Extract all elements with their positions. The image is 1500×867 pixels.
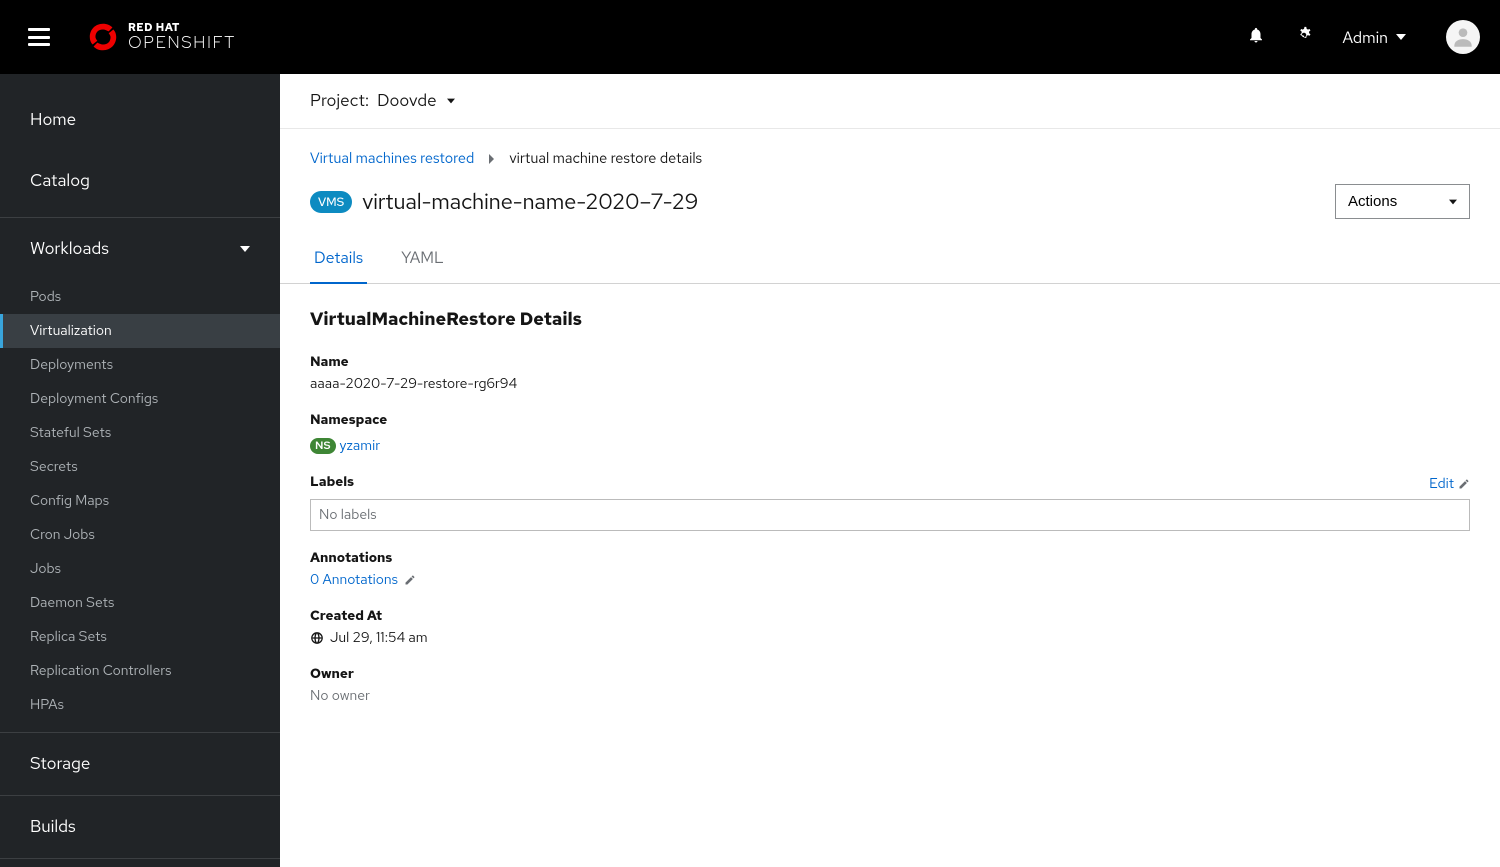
- sidebar-sub-workloads: Pods Virtualization Deployments Deployme…: [0, 280, 280, 732]
- sidebar-item-secrets[interactable]: Secrets: [0, 450, 280, 484]
- sidebar-item-home[interactable]: Home: [0, 94, 280, 146]
- sidebar-item-hpas[interactable]: HPAs: [0, 688, 280, 722]
- main-content: Project: Doovde Virtual machines restore…: [280, 74, 1500, 867]
- field-owner: Owner No owner: [310, 665, 1470, 705]
- namespace-label: Namespace: [310, 411, 1470, 429]
- menu-toggle-button[interactable]: [28, 28, 50, 46]
- edit-label: Edit: [1429, 475, 1454, 493]
- avatar[interactable]: [1446, 20, 1480, 54]
- name-label: Name: [310, 353, 1470, 371]
- section-title: VirtualMachineRestore Details: [310, 308, 1470, 331]
- sidebar-item-stateful-sets[interactable]: Stateful Sets: [0, 416, 280, 450]
- owner-label: Owner: [310, 665, 1470, 683]
- created-label: Created At: [310, 607, 1470, 625]
- details-content: VirtualMachineRestore Details Name aaaa-…: [280, 284, 1500, 747]
- gear-icon[interactable]: [1295, 26, 1313, 49]
- name-value: aaaa-2020-7-29-restore-rg6r94: [310, 375, 1470, 393]
- project-bar: Project: Doovde: [280, 74, 1500, 129]
- field-created: Created At Jul 29, 11:54 am: [310, 607, 1470, 647]
- project-label: Project:: [310, 90, 369, 112]
- sidebar-item-replication-controllers[interactable]: Replication Controllers: [0, 654, 280, 688]
- caret-down-icon: [447, 97, 455, 105]
- chevron-down-icon: [1396, 32, 1406, 42]
- namespace-link[interactable]: NS yzamir: [310, 437, 380, 455]
- sidebar-item-cron-jobs[interactable]: Cron Jobs: [0, 518, 280, 552]
- header-left: RED HAT OPENSHIFT: [28, 20, 236, 54]
- user-icon: [1450, 24, 1476, 50]
- breadcrumb-current: virtual machine restore details: [509, 149, 702, 168]
- sidebar-item-workloads[interactable]: Workloads: [0, 217, 280, 280]
- caret-down-icon: [1449, 198, 1457, 206]
- project-selector[interactable]: Doovde: [377, 90, 454, 112]
- edit-labels-link[interactable]: Edit: [1429, 475, 1470, 493]
- page-title: virtual-machine-name-2020–7-29: [362, 187, 698, 216]
- tabs: Details YAML: [280, 233, 1500, 284]
- sidebar-item-catalog[interactable]: Catalog: [0, 146, 280, 207]
- labels-box[interactable]: No labels: [310, 499, 1470, 531]
- sidebar-item-storage[interactable]: Storage: [0, 732, 280, 795]
- annotations-label: Annotations: [310, 549, 1470, 567]
- globe-icon: [310, 631, 324, 645]
- field-annotations: Annotations 0 Annotations: [310, 549, 1470, 589]
- pencil-icon: [1458, 478, 1470, 490]
- sidebar-item-replica-sets[interactable]: Replica Sets: [0, 620, 280, 654]
- sidebar-item-builds[interactable]: Builds: [0, 795, 280, 858]
- bell-icon[interactable]: [1247, 26, 1265, 49]
- pencil-icon[interactable]: [404, 574, 416, 586]
- title-row: VMS virtual-machine-name-2020–7-29 Actio…: [280, 178, 1500, 233]
- sidebar-label: Builds: [30, 816, 76, 838]
- sidebar-item-pods[interactable]: Pods: [0, 280, 280, 314]
- breadcrumb-parent-link[interactable]: Virtual machines restored: [310, 149, 474, 168]
- chevron-down-icon: [240, 244, 250, 254]
- redhat-icon: [86, 20, 120, 54]
- actions-button[interactable]: Actions: [1335, 184, 1470, 219]
- owner-value: No owner: [310, 687, 1470, 705]
- chevron-right-icon: [488, 154, 495, 164]
- sidebar-item-jobs[interactable]: Jobs: [0, 552, 280, 586]
- product-name: OPENSHIFT: [128, 34, 236, 53]
- namespace-value: yzamir: [340, 437, 381, 455]
- sidebar-item-config-maps[interactable]: Config Maps: [0, 484, 280, 518]
- field-name: Name aaaa-2020-7-29-restore-rg6r94: [310, 353, 1470, 393]
- header-right: Admin: [1247, 20, 1480, 54]
- field-labels: Labels Edit No labels: [310, 473, 1470, 531]
- field-namespace: Namespace NS yzamir: [310, 411, 1470, 455]
- sidebar-item-monitoring[interactable]: Monitoring: [0, 858, 280, 867]
- sidebar-item-daemon-sets[interactable]: Daemon Sets: [0, 586, 280, 620]
- sidebar-label: Storage: [30, 753, 90, 775]
- logo-text: RED HAT OPENSHIFT: [128, 22, 236, 53]
- breadcrumb: Virtual machines restored virtual machin…: [280, 129, 1500, 178]
- sidebar-item-virtualization[interactable]: Virtualization: [0, 314, 280, 348]
- sidebar: Home Catalog Workloads Pods Virtualizati…: [0, 74, 280, 867]
- admin-label: Admin: [1343, 27, 1388, 48]
- project-value: Doovde: [377, 90, 436, 112]
- resource-badge: VMS: [310, 191, 352, 213]
- namespace-badge: NS: [310, 438, 336, 454]
- sidebar-label: Workloads: [30, 238, 109, 260]
- top-header: RED HAT OPENSHIFT Admin: [0, 0, 1500, 74]
- labels-label: Labels: [310, 473, 354, 491]
- created-value: Jul 29, 11:54 am: [330, 629, 428, 647]
- tab-details[interactable]: Details: [310, 233, 367, 284]
- tab-yaml[interactable]: YAML: [397, 233, 448, 284]
- admin-menu[interactable]: Admin: [1343, 27, 1406, 48]
- annotations-link[interactable]: 0 Annotations: [310, 571, 398, 589]
- logo[interactable]: RED HAT OPENSHIFT: [86, 20, 236, 54]
- actions-label: Actions: [1348, 193, 1397, 210]
- sidebar-item-deployments[interactable]: Deployments: [0, 348, 280, 382]
- sidebar-item-deployment-configs[interactable]: Deployment Configs: [0, 382, 280, 416]
